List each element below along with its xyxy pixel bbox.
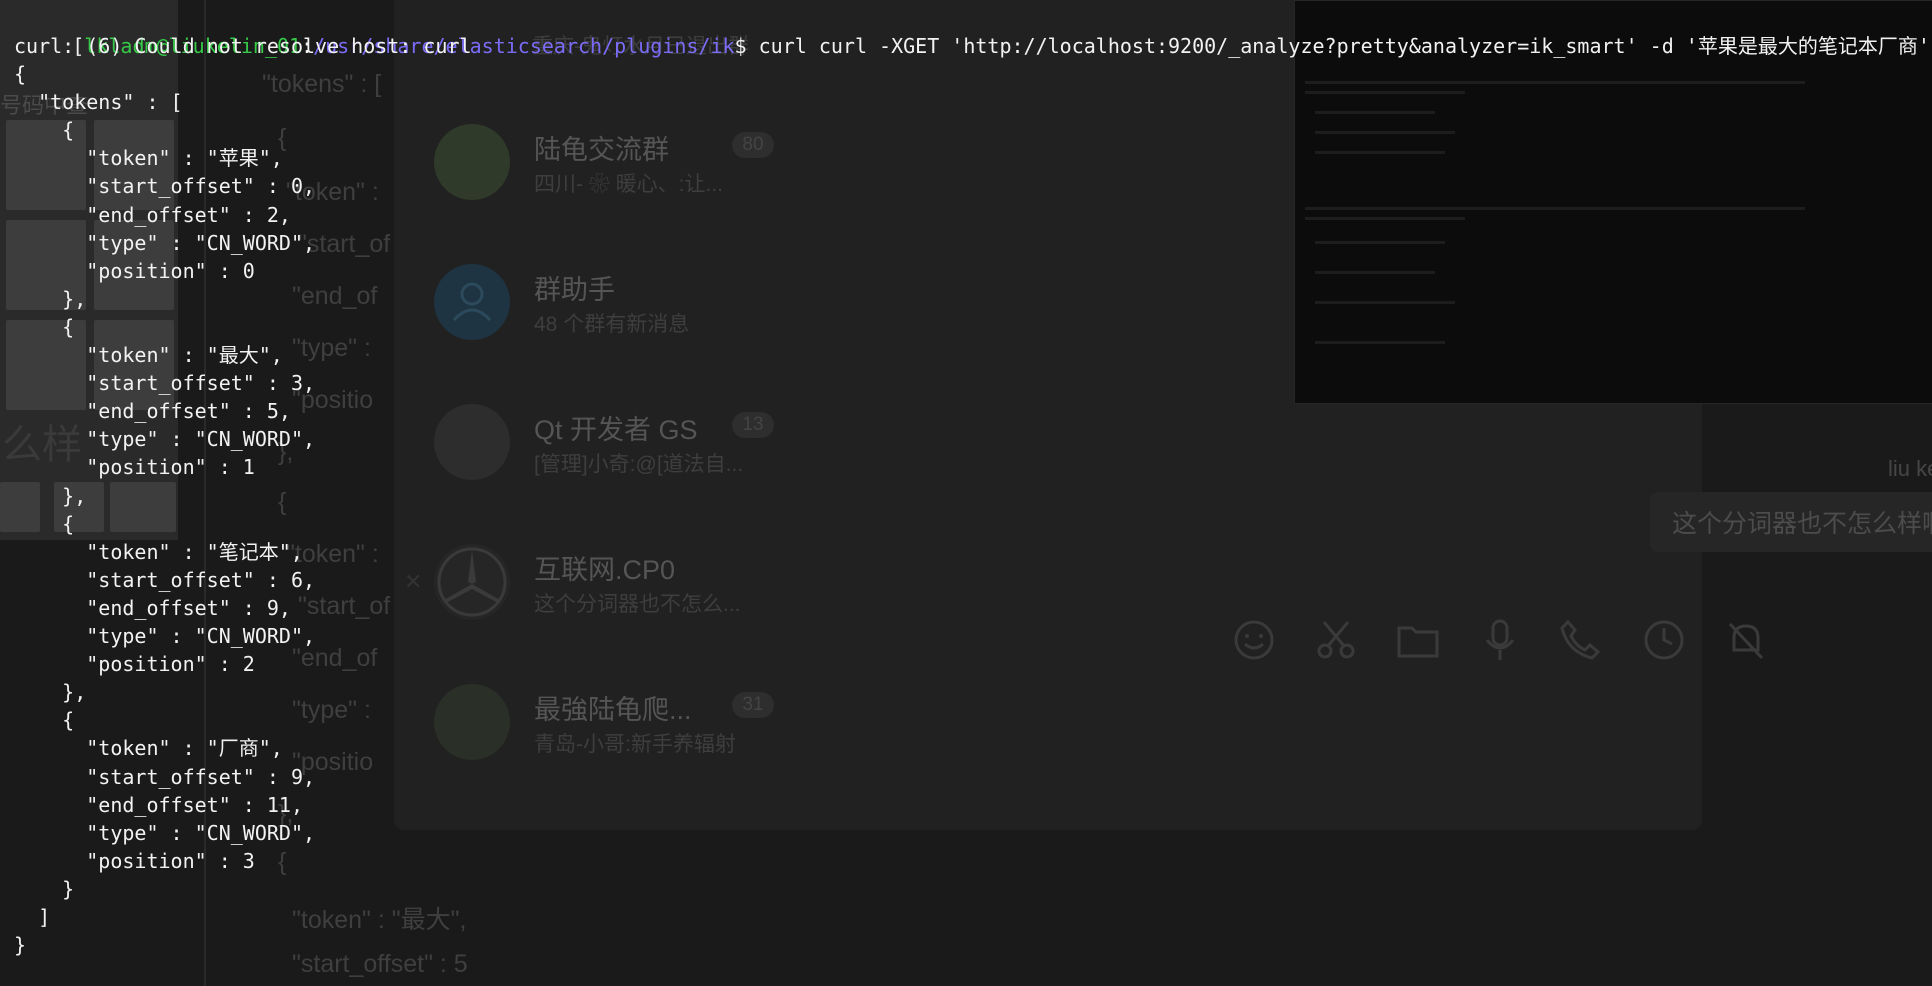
output-line: "position" : 0 bbox=[14, 258, 255, 283]
output-line: "type" : "CN_WORD", bbox=[14, 230, 316, 255]
output-line: "position" : 2 bbox=[14, 652, 255, 677]
output-line: "position" : 3 bbox=[14, 848, 255, 873]
output-line: }, bbox=[14, 483, 87, 508]
command-line: [lkladm@liukelin_01:/usr/share/elasticse… bbox=[72, 34, 1930, 59]
output-line: "start_offset" : 9, bbox=[14, 764, 316, 789]
output-line: { bbox=[14, 314, 75, 339]
prompt-line[interactable]: lkladm@liukelin_01:/usr/share/elasticsea… bbox=[0, 956, 751, 984]
output-line: { bbox=[14, 511, 75, 536]
command-text: curl curl -XGET 'http://localhost:9200/_… bbox=[758, 34, 1930, 59]
output-line: { bbox=[14, 118, 75, 143]
output-line: }, bbox=[14, 286, 87, 311]
output-line: "tokens" : [ bbox=[14, 90, 183, 115]
output-line: }, bbox=[14, 680, 87, 705]
output-line: "token" : "笔记本", bbox=[14, 539, 303, 564]
output-line: } bbox=[14, 933, 27, 958]
output-line: "type" : "CN_WORD", bbox=[14, 820, 316, 845]
output-line: "token" : "最大", bbox=[14, 343, 283, 367]
output-line: "token" : "苹果", bbox=[14, 146, 283, 171]
output-line: "start_offset" : 3, bbox=[14, 371, 316, 396]
output-line: ] bbox=[14, 905, 51, 929]
output-line: "start_offset" : 0, bbox=[14, 174, 316, 199]
output-line: "end_offset" : 5, bbox=[14, 399, 291, 424]
output-line: "end_offset" : 11, bbox=[14, 792, 303, 817]
output-line: } bbox=[14, 876, 75, 901]
output-line: "position" : 1 bbox=[14, 455, 255, 480]
terminal[interactable]: [lkladm@liukelin_01:/usr/share/elasticse… bbox=[0, 0, 1932, 986]
output-line: { bbox=[14, 708, 75, 733]
output-line: "start_offset" : 6, bbox=[14, 567, 316, 592]
output-line: { bbox=[14, 62, 27, 86]
output-line: "end_offset" : 9, bbox=[14, 595, 291, 620]
output-line: "end_offset" : 2, bbox=[14, 202, 291, 227]
desktop: 号码中查 么样 "tokens" : [{"token" : "start_of "… bbox=[0, 0, 1932, 986]
prompt-symbol: $ bbox=[734, 34, 747, 59]
output-line: "token" : "厂商", bbox=[14, 736, 283, 761]
output-line: "type" : "CN_WORD", bbox=[14, 427, 316, 452]
output-line: "type" : "CN_WORD", bbox=[14, 624, 316, 648]
error-line: curl: (6) Could not resolve host: curl bbox=[14, 34, 472, 58]
